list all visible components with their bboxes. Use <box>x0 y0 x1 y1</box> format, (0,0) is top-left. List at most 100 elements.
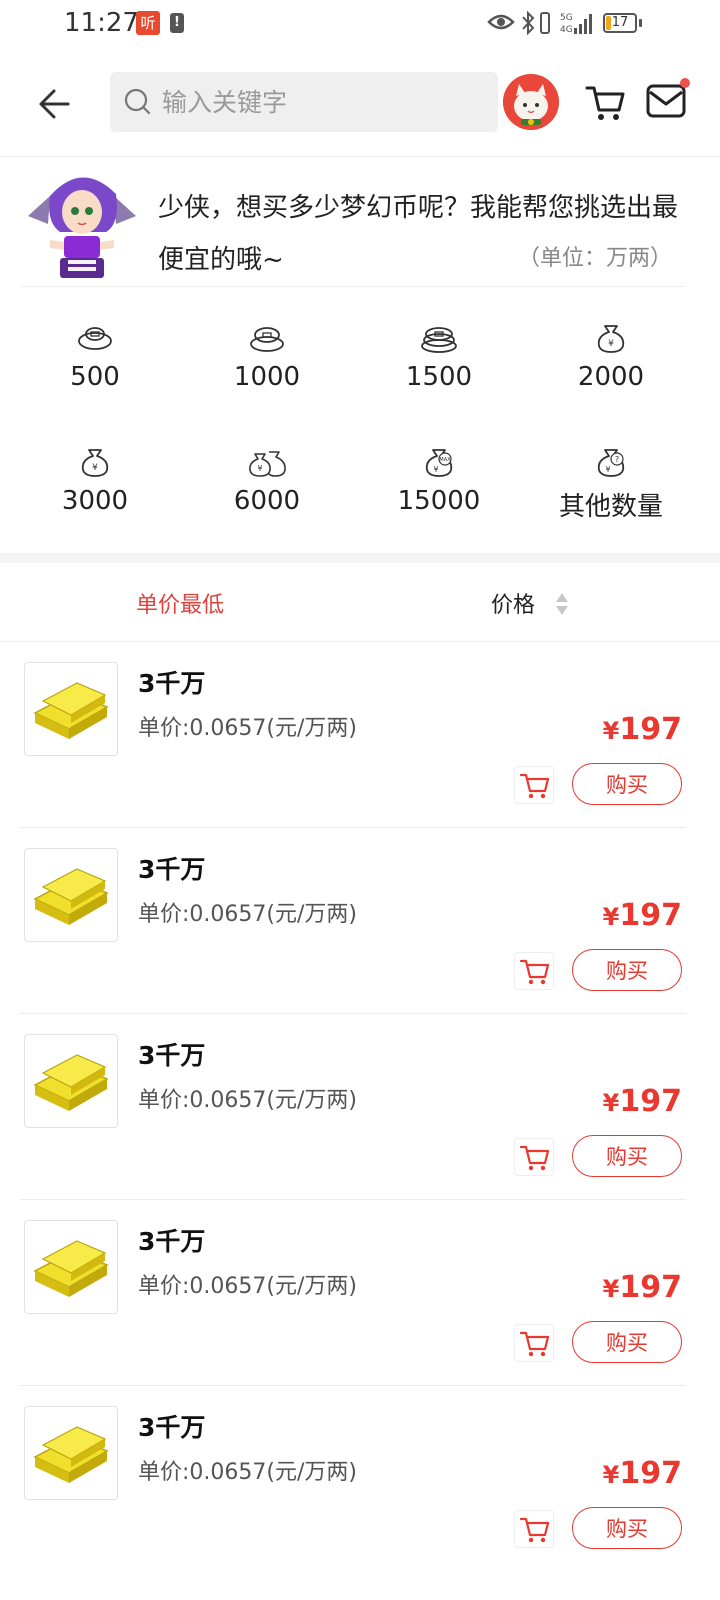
amount-option[interactable]: ¥ 6000 <box>182 424 352 534</box>
product-price: ¥197 <box>603 1456 682 1491</box>
notification-app-icon: 听 <box>136 11 160 35</box>
buy-button[interactable]: 购买 <box>572 763 682 805</box>
list-item[interactable]: 3千万 单价:0.0657(元/万两) ¥197 购买 <box>0 1200 720 1386</box>
gold-bars-image <box>24 662 118 756</box>
signal-icon: 5G 4G <box>560 13 592 35</box>
sort-arrows-icon[interactable] <box>555 591 569 617</box>
amount-label: 1500 <box>405 362 473 392</box>
price-value: 197 <box>619 1084 682 1119</box>
product-unit-price: 单价:0.0657(元/万两) <box>138 1460 357 1485</box>
battery-level: 17 <box>611 15 629 30</box>
svg-text:?: ? <box>615 455 619 464</box>
search-icon <box>124 88 151 115</box>
amount-option[interactable]: ¥ 2000 <box>526 300 696 410</box>
amount-option[interactable]: 500 <box>10 300 180 410</box>
product-price: ¥197 <box>603 1084 682 1119</box>
promo-banner: 少侠，想买多少梦幻币呢？我能帮您挑选出最便宜的哦~ （单位：万两） <box>20 160 686 287</box>
product-title: 3千万 <box>138 1227 206 1256</box>
svg-text:5G: 5G <box>560 13 573 23</box>
unit-hint: （单位：万两） <box>517 246 672 271</box>
list-item[interactable]: 3千万 单价:0.0657(元/万两) ¥197 购买 <box>0 642 720 828</box>
list-item[interactable]: 3千万 单价:0.0657(元/万两) ¥197 购买 <box>0 828 720 1014</box>
add-to-cart-icon[interactable] <box>514 1324 554 1362</box>
vibrate-icon <box>540 12 550 34</box>
sort-price-tab[interactable]: 价格 <box>491 587 535 619</box>
currency-symbol: ¥ <box>602 717 620 745</box>
buy-button[interactable]: 购买 <box>572 1135 682 1177</box>
eye-icon <box>487 14 515 30</box>
bluetooth-icon <box>522 10 535 36</box>
buy-button[interactable]: 购买 <box>572 1321 682 1363</box>
amount-option[interactable]: ? ¥ 其他数量 <box>526 424 696 534</box>
shopping-cart-icon[interactable] <box>583 80 627 124</box>
alert-icon: ! <box>170 13 184 33</box>
buy-button[interactable]: 购买 <box>572 949 682 991</box>
gold-bars-image <box>24 848 118 942</box>
status-time: 11:27 <box>64 8 139 38</box>
amount-grid: 500 1000 1500 ¥ 2000 ¥ 3000 ¥ 6000 MAX ¥… <box>10 300 710 540</box>
money-bag-icon: ¥ <box>597 325 625 353</box>
amount-label: 2000 <box>577 362 645 392</box>
svg-text:¥: ¥ <box>433 465 438 474</box>
coins-small-icon <box>78 327 112 350</box>
add-to-cart-icon[interactable] <box>514 1138 554 1176</box>
add-to-cart-icon[interactable] <box>514 1510 554 1548</box>
money-bag-icon: ¥ <box>81 449 109 477</box>
coins-stack-icon <box>250 327 284 352</box>
amount-label: 15000 <box>397 486 481 516</box>
money-bag-question-icon: ? ¥ <box>597 449 625 477</box>
svg-text:¥: ¥ <box>92 463 98 473</box>
list-item[interactable]: 3千万 单价:0.0657(元/万两) ¥197 购买 <box>0 1386 720 1572</box>
svg-text:¥: ¥ <box>257 464 262 473</box>
mail-icon[interactable] <box>646 82 688 120</box>
search-input[interactable] <box>162 72 482 132</box>
sort-bar: 单价最低 价格 <box>0 563 720 642</box>
amount-label: 其他数量 <box>558 492 663 522</box>
money-bags-icon: ¥ <box>249 451 286 477</box>
currency-symbol: ¥ <box>602 1089 620 1117</box>
svg-text:MAX: MAX <box>439 457 451 463</box>
product-title: 3千万 <box>138 1413 206 1442</box>
product-title: 3千万 <box>138 1041 206 1070</box>
buy-button[interactable]: 购买 <box>572 1507 682 1549</box>
search-box[interactable] <box>110 72 498 132</box>
price-value: 197 <box>619 898 682 933</box>
amount-label: 500 <box>70 362 120 392</box>
product-title: 3千万 <box>138 855 206 884</box>
back-arrow-icon[interactable] <box>30 78 82 130</box>
sort-lowest-unit-price-tab[interactable]: 单价最低 <box>136 587 224 619</box>
amount-option[interactable]: MAX ¥ 15000 <box>354 424 524 534</box>
product-unit-price: 单价:0.0657(元/万两) <box>138 1274 357 1299</box>
currency-symbol: ¥ <box>602 1461 620 1489</box>
amount-option[interactable]: 1000 <box>182 300 352 410</box>
product-price: ¥197 <box>603 898 682 933</box>
amount-option[interactable]: ¥ 3000 <box>10 424 180 534</box>
status-bar: 11:27 听 ! 5G 4G 17 <box>0 0 720 50</box>
svg-text:¥: ¥ <box>605 465 610 474</box>
amount-label: 6000 <box>233 486 301 516</box>
currency-symbol: ¥ <box>602 903 620 931</box>
mascot-character-image <box>28 177 136 278</box>
gold-bars-image <box>24 1220 118 1314</box>
coins-pile-icon <box>421 327 457 353</box>
add-to-cart-icon[interactable] <box>514 766 554 804</box>
product-unit-price: 单价:0.0657(元/万两) <box>138 1088 357 1113</box>
unread-dot <box>680 78 690 88</box>
amount-label: 1000 <box>233 362 301 392</box>
gold-bars-image <box>24 1034 118 1128</box>
svg-text:4G: 4G <box>560 25 573 35</box>
product-unit-price: 单价:0.0657(元/万两) <box>138 902 357 927</box>
section-divider <box>0 553 720 563</box>
battery-cap <box>639 19 642 27</box>
product-price: ¥197 <box>603 712 682 747</box>
gold-bars-image <box>24 1406 118 1500</box>
cat-avatar-icon <box>503 74 559 130</box>
price-value: 197 <box>619 1456 682 1491</box>
header <box>0 60 720 157</box>
avatar[interactable] <box>503 74 559 130</box>
amount-option[interactable]: 1500 <box>354 300 524 410</box>
add-to-cart-icon[interactable] <box>514 952 554 990</box>
battery-icon: 17 <box>603 13 637 33</box>
currency-symbol: ¥ <box>602 1275 620 1303</box>
list-item[interactable]: 3千万 单价:0.0657(元/万两) ¥197 购买 <box>0 1014 720 1200</box>
